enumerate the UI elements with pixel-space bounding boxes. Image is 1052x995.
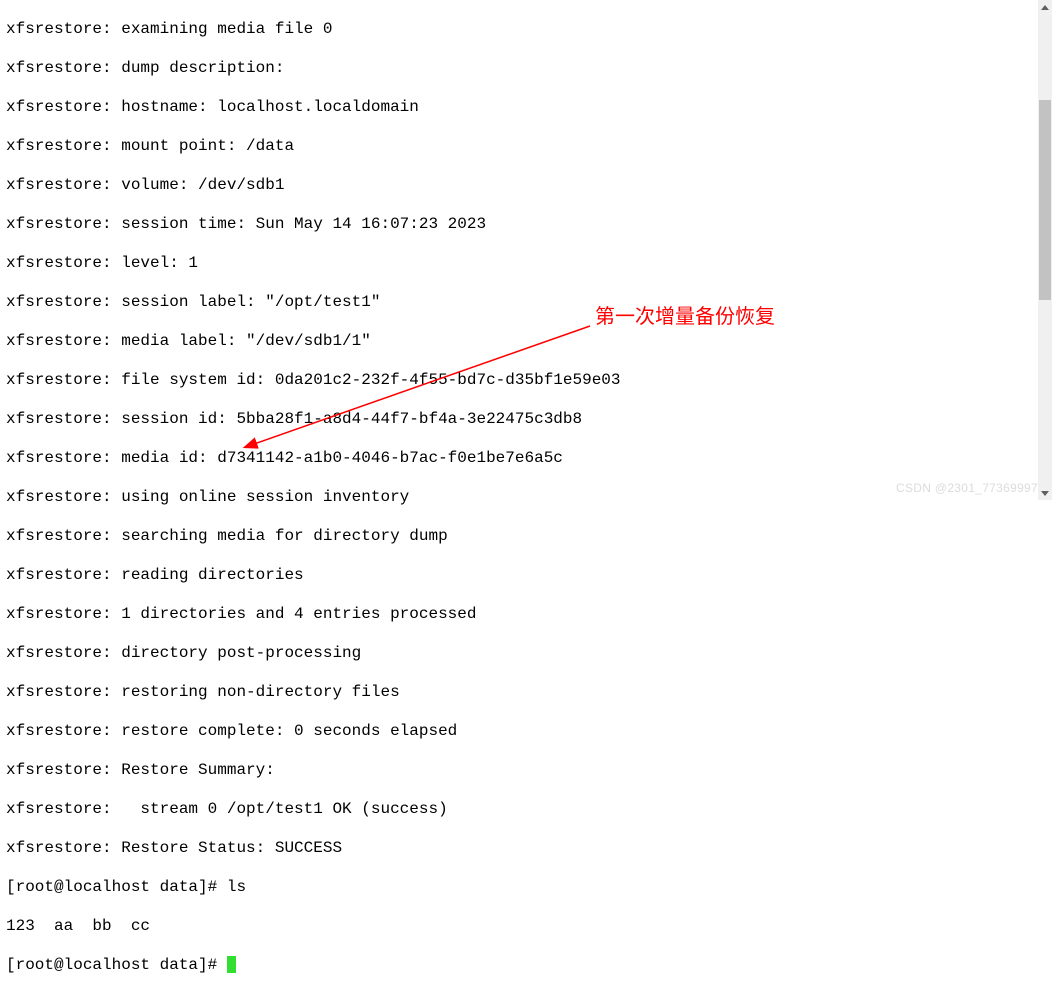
output-line: xfsrestore: volume: /dev/sdb1 (6, 176, 1036, 196)
output-line: xfsrestore: 1 directories and 4 entries … (6, 605, 1036, 625)
output-line: xfsrestore: session time: Sun May 14 16:… (6, 215, 1036, 235)
output-line: xfsrestore: media id: d7341142-a1b0-4046… (6, 449, 1036, 469)
output-line: xfsrestore: hostname: localhost.localdom… (6, 98, 1036, 118)
terminal-output[interactable]: xfsrestore: examining media file 0 xfsre… (6, 0, 1036, 995)
output-line: xfsrestore: restoring non-directory file… (6, 683, 1036, 703)
ls-output: 123 aa bb cc (6, 917, 1036, 937)
output-line: xfsrestore: stream 0 /opt/test1 OK (succ… (6, 800, 1036, 820)
output-line: xfsrestore: mount point: /data (6, 137, 1036, 157)
output-line: xfsrestore: media label: "/dev/sdb1/1" (6, 332, 1036, 352)
shell-prompt: [root@localhost data]# (6, 956, 227, 974)
output-line: xfsrestore: session id: 5bba28f1-a8d4-44… (6, 410, 1036, 430)
scroll-down-button[interactable] (1038, 486, 1052, 500)
output-line: xfsrestore: reading directories (6, 566, 1036, 586)
output-line: xfsrestore: restore complete: 0 seconds … (6, 722, 1036, 742)
prompt-line: [root@localhost data]# (6, 956, 1036, 976)
scrollbar-thumb[interactable] (1039, 100, 1051, 300)
prompt-line: [root@localhost data]# ls (6, 878, 1036, 898)
output-line: xfsrestore: level: 1 (6, 254, 1036, 274)
command-text: ls (227, 878, 246, 896)
output-line: xfsrestore: directory post-processing (6, 644, 1036, 664)
scroll-up-button[interactable] (1038, 0, 1052, 14)
output-line: xfsrestore: session label: "/opt/test1" (6, 293, 1036, 313)
shell-prompt: [root@localhost data]# (6, 878, 227, 896)
watermark-text: CSDN @2301_77369997 (896, 479, 1038, 499)
output-line: xfsrestore: file system id: 0da201c2-232… (6, 371, 1036, 391)
output-line: xfsrestore: using online session invento… (6, 488, 1036, 508)
vertical-scrollbar[interactable] (1038, 0, 1052, 500)
output-line: xfsrestore: Restore Summary: (6, 761, 1036, 781)
output-line: xfsrestore: dump description: (6, 59, 1036, 79)
annotation-text: 第一次增量备份恢复 (595, 308, 775, 328)
output-line: xfsrestore: searching media for director… (6, 527, 1036, 547)
cursor-block (227, 956, 236, 973)
output-line: xfsrestore: Restore Status: SUCCESS (6, 839, 1036, 859)
output-line: xfsrestore: examining media file 0 (6, 20, 1036, 40)
